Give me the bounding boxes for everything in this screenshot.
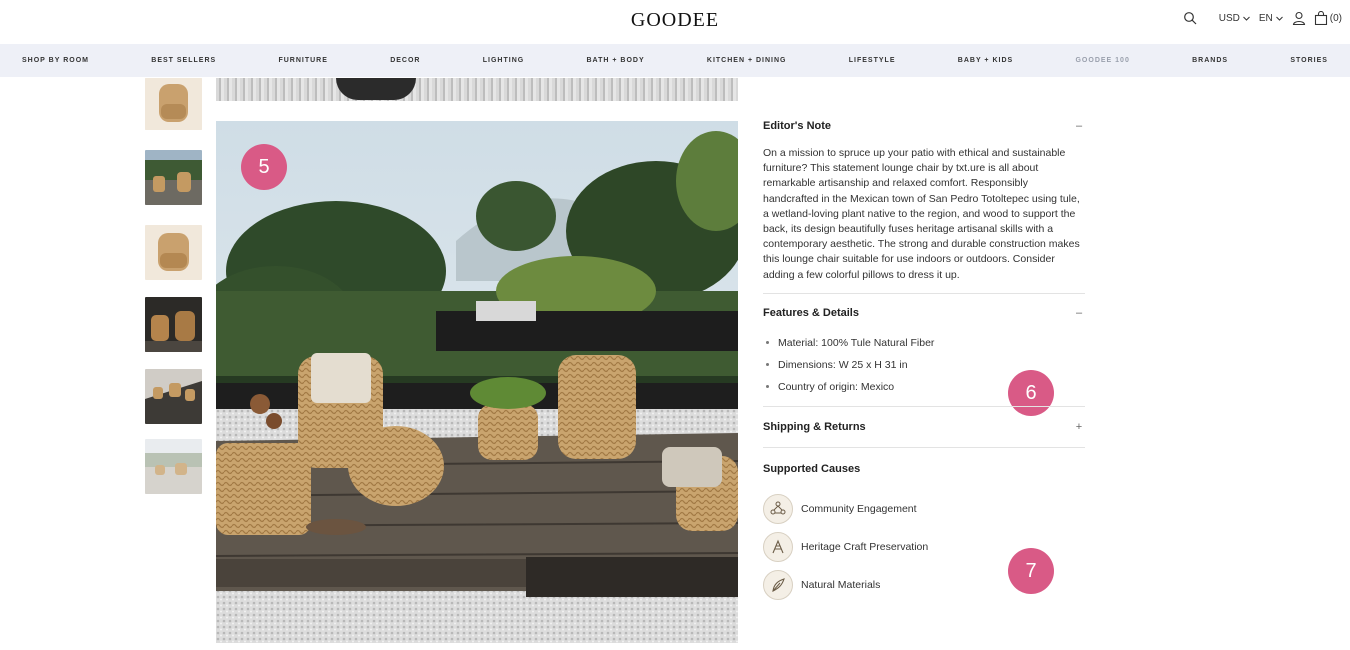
- cause-natural-materials[interactable]: Natural Materials: [763, 566, 1085, 604]
- search-icon: [1183, 12, 1197, 25]
- bag-icon: [1314, 11, 1327, 25]
- account-button[interactable]: [1292, 11, 1306, 25]
- top-header: GOODEE USD EN (0): [0, 0, 1350, 44]
- previous-product-photo[interactable]: [216, 78, 738, 101]
- site-logo[interactable]: GOODEE: [0, 9, 1350, 32]
- currency-selector[interactable]: USD: [1219, 13, 1251, 24]
- nav-item-best-sellers[interactable]: BEST SELLERS: [151, 57, 216, 64]
- photo-shadow: [336, 78, 416, 100]
- list-item: Material: 100% Tule Natural Fiber: [763, 332, 1085, 354]
- shipping-title: Shipping & Returns: [763, 420, 866, 433]
- product-details: Editor's Note – On a mission to spruce u…: [763, 110, 1085, 604]
- feature-country: Country of origin: Mexico: [778, 380, 895, 393]
- cause-label: Heritage Craft Preservation: [801, 540, 929, 553]
- main-product-photo[interactable]: [216, 121, 738, 643]
- list-item: Dimensions: W 25 x H 31 in: [763, 354, 1085, 376]
- thumbnail-2[interactable]: [145, 150, 202, 205]
- thumbnail-4[interactable]: [145, 297, 202, 352]
- nav-item-shop-by-room[interactable]: SHOP BY ROOM: [22, 57, 89, 64]
- heritage-craft-icon: [763, 531, 793, 562]
- cause-community-engagement[interactable]: Community Engagement: [763, 490, 1085, 528]
- nav-item-bath-body[interactable]: BATH + BODY: [586, 57, 644, 64]
- cart-button[interactable]: (0): [1314, 11, 1342, 25]
- feature-material: Material: 100% Tule Natural Fiber: [778, 336, 935, 349]
- nav-item-baby-kids[interactable]: BABY + KIDS: [958, 57, 1013, 64]
- causes-header: Supported Causes: [763, 448, 1085, 490]
- editors-note-title: Editor's Note: [763, 120, 832, 132]
- nav-item-lighting[interactable]: LIGHTING: [483, 57, 524, 64]
- thumbnail-1[interactable]: [145, 78, 202, 130]
- community-icon: [763, 493, 793, 524]
- language-selector[interactable]: EN: [1259, 13, 1284, 24]
- nav-item-stories[interactable]: STORIES: [1290, 57, 1328, 64]
- features-header[interactable]: Features & Details –: [763, 294, 1085, 332]
- causes-title: Supported Causes: [763, 462, 861, 475]
- expand-icon[interactable]: +: [1073, 421, 1085, 433]
- shipping-header[interactable]: Shipping & Returns +: [763, 407, 1085, 447]
- nav-item-furniture[interactable]: FURNITURE: [278, 57, 327, 64]
- cause-heritage-craft[interactable]: Heritage Craft Preservation: [763, 528, 1085, 566]
- currency-label: USD: [1218, 12, 1240, 24]
- thumbnail-3[interactable]: [145, 225, 202, 280]
- collapse-icon[interactable]: –: [1073, 307, 1085, 319]
- cart-count: (0): [1329, 12, 1342, 24]
- language-label: EN: [1258, 12, 1273, 24]
- nav-item-lifestyle[interactable]: LIFESTYLE: [849, 57, 896, 64]
- chevron-down-icon: [1275, 16, 1283, 21]
- user-icon: [1292, 11, 1305, 25]
- nav-item-kitchen-dining[interactable]: KITCHEN + DINING: [707, 57, 787, 64]
- chevron-down-icon: [1243, 16, 1250, 21]
- annotation-badge-5: 5: [241, 144, 287, 190]
- features-list: Material: 100% Tule Natural Fiber Dimens…: [763, 332, 1085, 398]
- editors-note-header[interactable]: Editor's Note –: [763, 110, 1085, 142]
- bullet: [766, 385, 769, 389]
- thumbnail-6[interactable]: [145, 439, 202, 494]
- natural-materials-icon: [763, 569, 793, 600]
- cause-label: Natural Materials: [801, 578, 881, 591]
- editors-note-text: On a mission to spruce up your patio wit…: [763, 147, 1080, 281]
- collapse-icon[interactable]: –: [1073, 120, 1085, 132]
- nav-item-goodee-100[interactable]: GOODEE 100: [1075, 57, 1129, 64]
- nav-item-decor[interactable]: DECOR: [390, 57, 420, 64]
- features-title: Features & Details: [763, 306, 859, 319]
- bullet: [766, 363, 769, 367]
- nav-item-brands[interactable]: BRANDS: [1192, 57, 1228, 64]
- feature-dimensions: Dimensions: W 25 x H 31 in: [778, 358, 908, 371]
- thumbnail-5[interactable]: [145, 369, 202, 424]
- cause-label: Community Engagement: [801, 502, 917, 515]
- list-item: Country of origin: Mexico: [763, 376, 1085, 398]
- search-button[interactable]: [1183, 11, 1197, 25]
- header-tools: USD EN (0): [1183, 11, 1342, 25]
- bullet: [766, 341, 769, 345]
- main-nav: SHOP BY ROOM BEST SELLERS FURNITURE DECO…: [0, 44, 1350, 77]
